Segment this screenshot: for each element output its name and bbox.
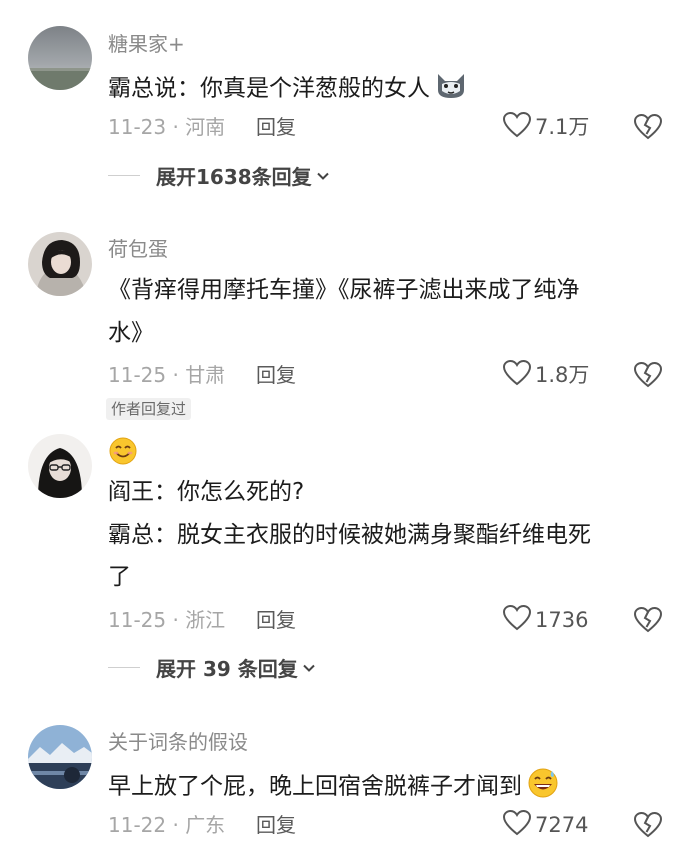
like-count: 1.8万 <box>535 363 590 387</box>
expand-replies-label: 展开 39 条回复 <box>156 656 298 681</box>
heart-icon <box>502 111 532 142</box>
username[interactable]: 糖果家+ <box>108 32 185 56</box>
reply-button[interactable]: 回复 <box>256 360 296 390</box>
heart-icon <box>502 359 532 390</box>
like-button[interactable]: 7.1万 <box>502 111 590 142</box>
broken-heart-icon[interactable] <box>633 361 663 388</box>
comment-time-location: 11-25 · 甘肃 <box>108 363 226 387</box>
broken-heart-icon[interactable] <box>633 606 663 633</box>
comment-time-location: 11-22 · 广东 <box>108 813 226 837</box>
heart-icon <box>502 604 532 635</box>
comment-time-location: 11-23 · 河南 <box>108 115 226 139</box>
expand-replies-label: 展开1638条回复 <box>156 164 312 189</box>
cat-face-emoji <box>434 70 468 108</box>
comment-text: 霸总说：你真是个洋葱般的女人 <box>108 70 468 108</box>
author-replied-badge: 作者回复过 <box>106 398 192 420</box>
comment-meta: 11-22 · 广东 回复 7274 <box>108 809 663 840</box>
heart-icon <box>502 809 532 840</box>
comment-time-location: 11-25 · 浙江 <box>108 608 226 632</box>
broken-heart-icon[interactable] <box>633 113 663 140</box>
chevron-down-icon <box>316 168 330 182</box>
expand-replies-button[interactable]: 展开1638条回复 <box>108 161 330 189</box>
avatar[interactable] <box>28 725 92 789</box>
like-count: 1736 <box>535 608 589 632</box>
reply-button[interactable]: 回复 <box>256 810 296 840</box>
like-button[interactable]: 1.8万 <box>502 359 590 390</box>
reply-button[interactable]: 回复 <box>256 605 296 635</box>
like-button[interactable]: 7274 <box>502 809 589 840</box>
comment-meta: 11-25 · 浙江 回复 1736 <box>108 604 663 635</box>
comment-line: 霸总：脱女主衣服的时候被她满身聚酯纤维电死 <box>108 522 591 548</box>
comment-line: 霸总说：你真是个洋葱般的女人 <box>108 75 430 102</box>
avatar[interactable] <box>28 434 92 498</box>
like-count: 7274 <box>535 813 589 837</box>
smiling-face-emoji[interactable] <box>108 436 138 471</box>
comment-text: 早上放了个屁，晚上回宿舍脱裤子才闻到 <box>108 767 560 807</box>
avatar[interactable] <box>28 232 92 296</box>
like-button[interactable]: 1736 <box>502 604 589 635</box>
comment-line: 水》 <box>108 320 154 346</box>
chevron-down-icon <box>302 660 316 674</box>
comment-meta: 11-25 · 甘肃 回复 1.8万 <box>108 359 663 390</box>
comment-line: 《背痒得用摩托车撞》《尿裤子滤出来成了纯净 <box>108 277 580 303</box>
like-count: 7.1万 <box>535 115 590 139</box>
divider <box>108 666 140 668</box>
comment-meta: 11-23 · 河南 回复 7.1万 <box>108 111 663 142</box>
username[interactable]: 荷包蛋 <box>108 237 168 261</box>
reply-button[interactable]: 回复 <box>256 112 296 142</box>
comment-line: 了 <box>108 564 131 590</box>
avatar[interactable] <box>28 26 92 90</box>
divider <box>108 174 140 176</box>
username[interactable]: 关于词条的假设 <box>108 730 248 754</box>
grinning-sweat-emoji <box>526 767 560 807</box>
comment-line: 早上放了个屁，晚上回宿舍脱裤子才闻到 <box>108 773 522 800</box>
expand-replies-button[interactable]: 展开 39 条回复 <box>108 653 316 681</box>
broken-heart-icon[interactable] <box>633 811 663 838</box>
comment-line: 阎王：你怎么死的? <box>108 479 305 505</box>
